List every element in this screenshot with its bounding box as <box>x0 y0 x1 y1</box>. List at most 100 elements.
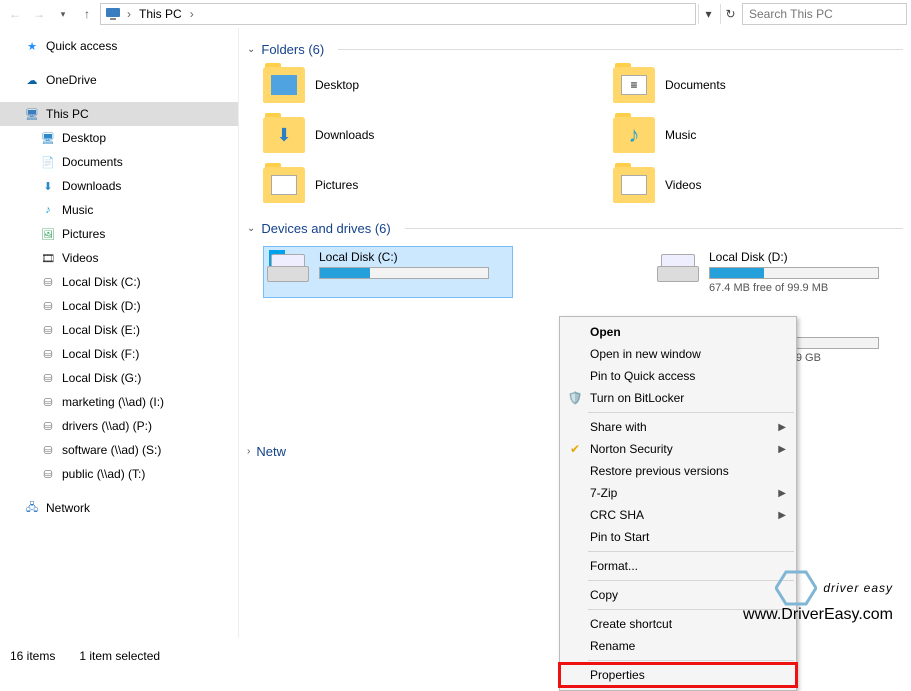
menu-share-with[interactable]: Share with▶ <box>560 416 796 438</box>
menu-crc-sha[interactable]: CRC SHA▶ <box>560 504 796 526</box>
chevron-right-icon: ▶ <box>778 488 786 499</box>
menu-pin-to-quick-access[interactable]: Pin to Quick access <box>560 365 796 387</box>
folder-pictures[interactable]: Pictures <box>263 167 463 203</box>
nav-tree: ★Quick access☁OneDrive🖥This PC🖥Desktop📄D… <box>0 28 239 638</box>
nav-recent[interactable]: ▾ <box>52 3 74 25</box>
sidebar-item-label: Music <box>62 203 93 217</box>
sidebar-item-pictures[interactable]: 🖼 Pictures <box>0 222 238 246</box>
folder-music[interactable]: ♪Music <box>613 117 813 153</box>
sidebar-item-local-disk-f-[interactable]: ⛁Local Disk (F:) <box>0 342 238 366</box>
sidebar-item-label: drivers (\\ad) (P:) <box>62 419 152 433</box>
netdrv-icon: ⛁ <box>40 394 56 410</box>
sidebar-item-label: This PC <box>46 107 89 121</box>
menu-pin-to-start[interactable]: Pin to Start <box>560 526 796 548</box>
disk-icon: ⛁ <box>40 346 56 362</box>
chevron-right-icon: ▶ <box>778 422 786 433</box>
sidebar-item-label: marketing (\\ad) (I:) <box>62 395 164 409</box>
menu-format-[interactable]: Format... <box>560 555 796 577</box>
menu-item-label: Turn on BitLocker <box>590 391 684 405</box>
desktop-icon: 🖥 <box>40 130 56 146</box>
sidebar-item-this-pc[interactable]: 🖥This PC <box>0 102 238 126</box>
sidebar-item-local-disk-g-[interactable]: ⛁Local Disk (G:) <box>0 366 238 390</box>
address-dropdown[interactable]: ▾ <box>698 4 718 24</box>
drive-local-disk-c-[interactable]: Local Disk (C:) <box>263 246 513 298</box>
group-header-folders[interactable]: ⌄ Folders (6) <box>247 42 903 57</box>
sidebar-item-local-disk-e-[interactable]: ⛁Local Disk (E:) <box>0 318 238 342</box>
menu-turn-on-bitlocker[interactable]: 🛡️ Turn on BitLocker <box>560 387 796 409</box>
net-icon: 🖧 <box>24 500 40 516</box>
menu-item-label: Norton Security <box>590 442 673 456</box>
refresh-button[interactable]: ↻ <box>720 4 740 24</box>
chevron-right-icon: › <box>188 7 196 21</box>
status-bar: 16 items 1 item selected <box>0 643 170 669</box>
sidebar-item-label: Quick access <box>46 39 117 53</box>
sidebar-item-drivers-ad-p-[interactable]: ⛁ drivers (\\ad) (P:) <box>0 414 238 438</box>
sidebar-item-onedrive[interactable]: ☁OneDrive <box>0 68 238 92</box>
chevron-right-icon: › <box>247 446 250 457</box>
menu-item-label: Open <box>590 325 621 339</box>
menu-item-label: Copy <box>590 588 618 602</box>
folder-downloads[interactable]: ⬇ Downloads <box>263 117 463 153</box>
menu-item-label: Format... <box>590 559 638 573</box>
address-bar[interactable]: › This PC › <box>100 3 696 25</box>
disk-icon: ⛁ <box>40 274 56 290</box>
sidebar-item-label: Local Disk (D:) <box>62 299 141 313</box>
sidebar-item-music[interactable]: ♪Music <box>0 198 238 222</box>
sidebar-item-videos[interactable]: 🎞Videos <box>0 246 238 270</box>
menu-rename[interactable]: Rename <box>560 635 796 657</box>
context-menu: Open Open in new window Pin to Quick acces… <box>559 316 797 691</box>
sidebar-item-label: Documents <box>62 155 123 169</box>
dl-icon: ⬇ <box>40 178 56 194</box>
sidebar-item-public-ad-t-[interactable]: ⛁public (\\ad) (T:) <box>0 462 238 486</box>
folder-desktop[interactable]: Desktop <box>263 67 463 103</box>
sidebar-item-software-ad-s-[interactable]: ⛁software (\\ad) (S:) <box>0 438 238 462</box>
sidebar-item-marketing-ad-i-[interactable]: ⛁ marketing (\\ad) (I:) <box>0 390 238 414</box>
chevron-down-icon: ⌄ <box>247 223 255 234</box>
sidebar-item-downloads[interactable]: ⬇Downloads <box>0 174 238 198</box>
folder-label: Downloads <box>315 128 374 142</box>
nav-forward[interactable]: → <box>28 3 50 25</box>
folder-icon: ⬇ <box>263 117 305 153</box>
shield-icon: 🛡️ <box>567 390 583 406</box>
sidebar-item-local-disk-c-[interactable]: ⛁Local Disk (C:) <box>0 270 238 294</box>
folders-grid: Desktop ≡Documents ⬇ Downloads ♪Music Picture… <box>263 67 903 203</box>
sidebar-item-network[interactable]: 🖧Network <box>0 496 238 520</box>
sidebar-item-label: Pictures <box>62 227 105 241</box>
folder-icon <box>613 167 655 203</box>
sidebar-item-label: software (\\ad) (S:) <box>62 443 161 457</box>
breadcrumb-location[interactable]: This PC <box>137 7 184 21</box>
netdrv-icon: ⛁ <box>40 418 56 434</box>
folder-icon: ≡ <box>613 67 655 103</box>
chevron-down-icon: ⌄ <box>247 44 255 55</box>
menu-restore-previous-versions[interactable]: Restore previous versions <box>560 460 796 482</box>
folder-label: Videos <box>665 178 701 192</box>
group-header-drives[interactable]: ⌄ Devices and drives (6) <box>247 221 903 236</box>
folder-videos[interactable]: Videos <box>613 167 813 203</box>
menu-copy[interactable]: Copy <box>560 584 796 606</box>
pic-icon: 🖼 <box>40 226 56 242</box>
sidebar-item-desktop[interactable]: 🖥Desktop <box>0 126 238 150</box>
disk-icon: ⛁ <box>40 370 56 386</box>
drive-local-disk-d-[interactable]: Local Disk (D:)67.4 MB free of 99.9 MB <box>653 246 903 298</box>
menu-item-label: Pin to Quick access <box>590 369 695 383</box>
chevron-right-icon: › <box>125 7 133 21</box>
sidebar-item-documents[interactable]: 📄Documents <box>0 150 238 174</box>
menu-item-label: Restore previous versions <box>590 464 729 478</box>
nav-up[interactable]: ↑ <box>76 3 98 25</box>
sidebar-item-local-disk-d-[interactable]: ⛁Local Disk (D:) <box>0 294 238 318</box>
menu-open[interactable]: Open <box>560 321 796 343</box>
sidebar-item-quick-access[interactable]: ★Quick access <box>0 34 238 58</box>
menu-create-shortcut[interactable]: Create shortcut <box>560 613 796 635</box>
chevron-right-icon: ▶ <box>778 510 786 521</box>
capacity-bar <box>319 267 489 279</box>
menu-norton-security[interactable]: ✔Norton Security▶ <box>560 438 796 460</box>
menu-item-label: Pin to Start <box>590 530 649 544</box>
search-input[interactable]: Search This PC <box>742 3 907 25</box>
folder-label: Pictures <box>315 178 358 192</box>
nav-back[interactable]: ← <box>4 3 26 25</box>
menu-properties[interactable]: Properties <box>560 664 796 686</box>
menu-open-in-new-window[interactable]: Open in new window <box>560 343 796 365</box>
folder-documents[interactable]: ≡Documents <box>613 67 813 103</box>
menu-7-zip[interactable]: 7-Zip▶ <box>560 482 796 504</box>
sidebar-item-label: Videos <box>62 251 98 265</box>
